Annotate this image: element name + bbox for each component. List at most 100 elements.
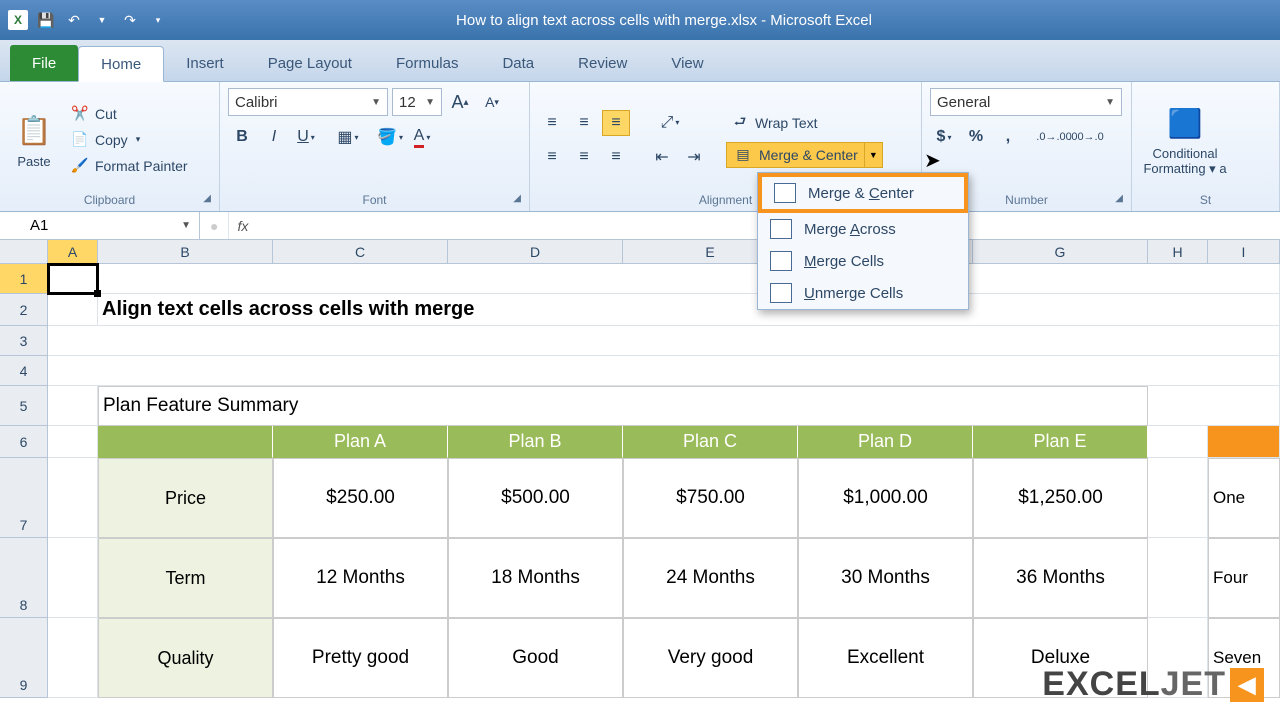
cell[interactable]: Four xyxy=(1208,538,1280,618)
cell[interactable]: Excellent xyxy=(798,618,973,698)
row-header-1[interactable]: 1 xyxy=(0,264,48,294)
cell[interactable]: $750.00 xyxy=(623,458,798,538)
percent-format-button[interactable]: % xyxy=(962,124,990,150)
tab-insert[interactable]: Insert xyxy=(164,45,246,81)
paste-button[interactable]: 📋 Paste xyxy=(8,88,60,191)
cell[interactable]: Term xyxy=(98,538,273,618)
cell[interactable] xyxy=(1148,458,1208,538)
column-header-i[interactable]: I xyxy=(1208,240,1280,264)
row-header-9[interactable]: 9 xyxy=(0,618,48,698)
cell[interactable] xyxy=(48,458,98,538)
accounting-format-button[interactable]: $▾ xyxy=(930,124,958,150)
cell[interactable] xyxy=(98,264,1280,294)
cell[interactable]: Plan C xyxy=(623,426,798,458)
column-header-h[interactable]: H xyxy=(1148,240,1208,264)
qat-customize-icon[interactable]: ▾ xyxy=(148,10,168,30)
cell[interactable]: Price xyxy=(98,458,273,538)
fill-color-button[interactable]: 🪣▾ xyxy=(376,124,404,150)
row-header-8[interactable]: 8 xyxy=(0,538,48,618)
tab-page-layout[interactable]: Page Layout xyxy=(246,45,374,81)
tab-review[interactable]: Review xyxy=(556,45,649,81)
decrease-indent-button[interactable]: ⇤ xyxy=(648,144,676,170)
align-right-button[interactable]: ≡ xyxy=(602,144,630,170)
increase-decimal-button[interactable]: .0→.00 xyxy=(1040,124,1068,150)
cell[interactable] xyxy=(48,326,1280,356)
row-header-3[interactable]: 3 xyxy=(0,326,48,356)
cell[interactable]: Plan D xyxy=(798,426,973,458)
cell[interactable]: Plan E xyxy=(973,426,1148,458)
cell[interactable]: Plan A xyxy=(273,426,448,458)
merge-center-split-button[interactable]: ▤Merge & Center ▼ xyxy=(726,142,883,168)
orientation-button[interactable]: ⤢▾ xyxy=(656,110,684,136)
cell[interactable]: $1,000.00 xyxy=(798,458,973,538)
conditional-formatting-button[interactable]: 🟦 ConditionalFormatting ▾ a xyxy=(1140,88,1230,191)
cell-a1[interactable] xyxy=(48,264,98,294)
italic-button[interactable]: I xyxy=(260,124,288,150)
cell[interactable]: Plan B xyxy=(448,426,623,458)
chevron-down-icon[interactable]: ▼ xyxy=(865,142,883,168)
align-left-button[interactable]: ≡ xyxy=(538,144,566,170)
align-bottom-button[interactable]: ≡ xyxy=(602,110,630,136)
row-header-6[interactable]: 6 xyxy=(0,426,48,458)
cell[interactable] xyxy=(98,426,273,458)
cell[interactable] xyxy=(1208,426,1280,458)
save-icon[interactable]: 💾 xyxy=(36,10,56,30)
grow-font-button[interactable]: A▴ xyxy=(446,89,474,115)
cell[interactable] xyxy=(48,538,98,618)
menu-item-merge-center[interactable]: Merge & Center xyxy=(758,173,968,213)
row-header-2[interactable]: 2 xyxy=(0,294,48,326)
chevron-down-icon[interactable]: ▼ xyxy=(92,10,112,30)
name-box[interactable]: A1 ▼ xyxy=(0,212,200,239)
tab-formulas[interactable]: Formulas xyxy=(374,45,481,81)
row-header-7[interactable]: 7 xyxy=(0,458,48,538)
shrink-font-button[interactable]: A▾ xyxy=(478,89,506,115)
cell[interactable]: Quality xyxy=(98,618,273,698)
column-header-b[interactable]: B xyxy=(98,240,273,264)
cell[interactable]: Very good xyxy=(623,618,798,698)
cell-title[interactable]: Align text cells across cells with merge xyxy=(98,294,1280,326)
align-top-button[interactable]: ≡ xyxy=(538,110,566,136)
cell[interactable]: One xyxy=(1208,458,1280,538)
cell[interactable] xyxy=(48,294,98,326)
cell[interactable] xyxy=(48,426,98,458)
launcher-icon[interactable]: ◢ xyxy=(1115,193,1123,204)
underline-button[interactable]: U▾ xyxy=(292,124,320,150)
font-color-button[interactable]: A▾ xyxy=(408,124,436,150)
cell[interactable] xyxy=(48,356,1280,386)
wrap-text-button[interactable]: ⮐Wrap Text xyxy=(726,112,883,134)
cell[interactable] xyxy=(1148,386,1280,426)
cell[interactable]: $250.00 xyxy=(273,458,448,538)
cell[interactable] xyxy=(1148,426,1208,458)
cell[interactable]: $500.00 xyxy=(448,458,623,538)
format-painter-button[interactable]: 🖌️Format Painter xyxy=(66,155,192,177)
cell[interactable]: 30 Months xyxy=(798,538,973,618)
align-center-button[interactable]: ≡ xyxy=(570,144,598,170)
column-header-g[interactable]: G xyxy=(973,240,1148,264)
cell[interactable]: 24 Months xyxy=(623,538,798,618)
tab-home[interactable]: Home xyxy=(78,46,164,82)
row-header-4[interactable]: 4 xyxy=(0,356,48,386)
copy-button[interactable]: 📄Copy▾ xyxy=(66,129,192,151)
launcher-icon[interactable]: ◢ xyxy=(203,193,211,204)
row-header-5[interactable]: 5 xyxy=(0,386,48,426)
cell[interactable]: 18 Months xyxy=(448,538,623,618)
undo-icon[interactable]: ↶ xyxy=(64,10,84,30)
tab-file[interactable]: File xyxy=(10,45,78,81)
cell[interactable] xyxy=(48,386,98,426)
launcher-icon[interactable]: ◢ xyxy=(513,193,521,204)
fx-icon[interactable]: fx xyxy=(229,218,256,234)
cell[interactable] xyxy=(48,618,98,698)
increase-indent-button[interactable]: ⇥ xyxy=(680,144,708,170)
menu-item-merge-cells[interactable]: Merge Cells xyxy=(758,245,968,277)
cell[interactable]: 12 Months xyxy=(273,538,448,618)
decrease-decimal-button[interactable]: .00→.0 xyxy=(1072,124,1100,150)
cell-plan-summary[interactable]: Plan Feature Summary xyxy=(98,386,1148,426)
select-all-corner[interactable] xyxy=(0,240,48,264)
column-header-a[interactable]: A xyxy=(48,240,98,264)
spreadsheet-grid[interactable]: A B C D E F G H I 1 2 Align text cells a… xyxy=(0,240,1280,698)
align-middle-button[interactable]: ≡ xyxy=(570,110,598,136)
font-size-select[interactable]: 12▼ xyxy=(392,88,442,116)
bold-button[interactable]: B xyxy=(228,124,256,150)
tab-data[interactable]: Data xyxy=(480,45,556,81)
number-format-select[interactable]: General▼ xyxy=(930,88,1122,116)
